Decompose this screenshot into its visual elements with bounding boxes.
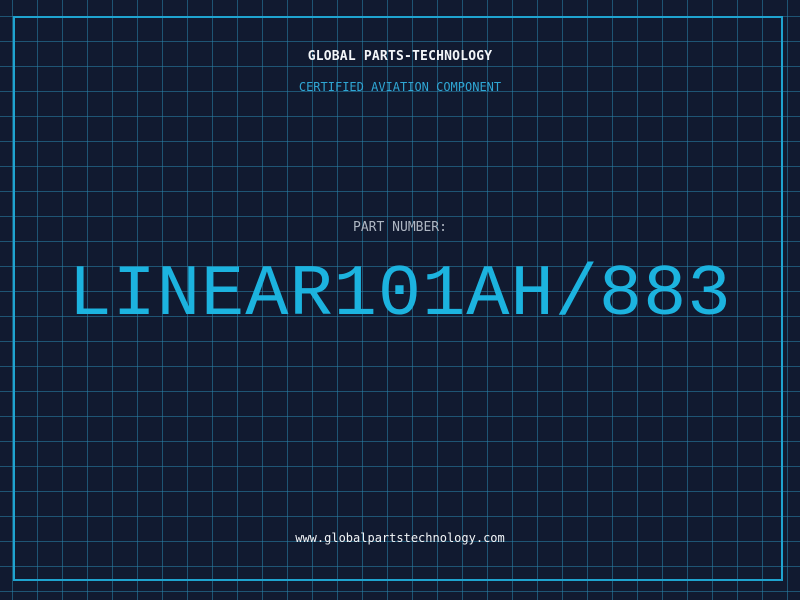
part-number-label: PART NUMBER:	[353, 220, 447, 235]
website-link[interactable]: www.globalpartstechnology.com	[0, 531, 800, 545]
certificate-card: GLOBAL PARTS-TECHNOLOGY CERTIFIED AVIATI…	[0, 0, 800, 600]
certification-subtitle: CERTIFIED AVIATION COMPONENT	[298, 80, 502, 94]
company-name: GLOBAL PARTS-TECHNOLOGY	[307, 49, 493, 64]
part-number-value: LINEAR101AH/883	[68, 254, 732, 336]
